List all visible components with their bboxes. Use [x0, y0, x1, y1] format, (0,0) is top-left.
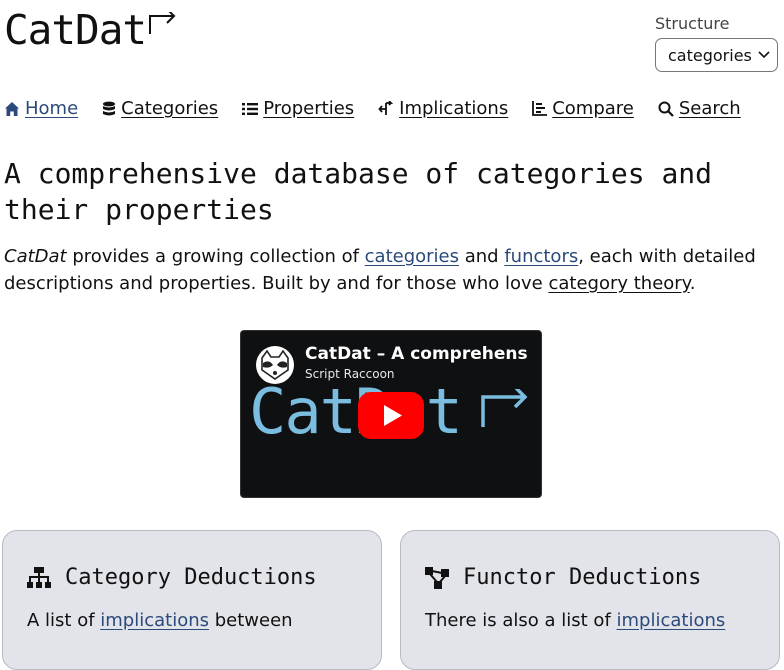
play-button-icon[interactable] — [358, 392, 424, 439]
logo-text: CatDat — [4, 6, 147, 54]
intro-brand: CatDat — [4, 246, 67, 267]
card-title: Functor Deductions — [463, 565, 702, 590]
chevron-down-icon — [758, 51, 770, 59]
channel-avatar[interactable] — [256, 346, 294, 384]
nav-categories-label: Categories — [121, 98, 219, 119]
implications-link[interactable]: implications — [617, 610, 726, 631]
card-title: Category Deductions — [65, 565, 317, 590]
structure-label: Structure — [655, 14, 730, 33]
video-channel[interactable]: Script Raccoon — [305, 367, 395, 381]
video-thumbnail-text: CatDat — [249, 375, 463, 448]
youtube-video-embed[interactable]: CatDat CatDat – A comprehensive database… — [240, 330, 542, 498]
card-text: A list of implications between — [27, 610, 367, 631]
video-title[interactable]: CatDat – A comprehensive database of cat… — [305, 344, 529, 364]
nav-compare[interactable]: Compare — [532, 98, 634, 119]
nav-home[interactable]: Home — [4, 98, 78, 119]
home-icon — [5, 101, 19, 116]
functors-link[interactable]: functors — [504, 246, 578, 267]
database-icon — [103, 101, 116, 115]
implication-icon — [378, 100, 394, 115]
compare-icon — [532, 101, 548, 116]
intro-text-1: provides a growing collection of — [66, 246, 365, 267]
category-deductions-card: Category Deductions A list of implicatio… — [2, 530, 382, 670]
structure-select[interactable]: categories — [655, 38, 778, 72]
search-icon — [658, 101, 674, 117]
intro-text-4: . — [689, 273, 696, 294]
nav-implications[interactable]: Implications — [378, 98, 508, 119]
structure-select-value: categories — [668, 45, 752, 65]
list-icon — [242, 102, 259, 115]
site-logo[interactable]: CatDat — [4, 6, 178, 54]
arrow-right-icon — [149, 12, 176, 34]
implications-link[interactable]: implications — [100, 610, 209, 631]
card-text: There is also a list of implications — [425, 610, 765, 631]
card-text-before: There is also a list of — [425, 610, 617, 631]
raccoon-icon — [261, 349, 289, 380]
page-title: A comprehensive database of categories a… — [4, 157, 713, 226]
main-nav: Home Categories Properties Implications … — [4, 98, 765, 119]
functor-deductions-heading: Functor Deductions — [425, 565, 701, 590]
nav-implications-label: Implications — [399, 98, 509, 119]
category-deductions-heading: Category Deductions — [27, 565, 317, 590]
nav-categories[interactable]: Categories — [102, 98, 218, 119]
intro-text-2: and — [459, 246, 505, 267]
functor-deductions-card: Functor Deductions There is also a list … — [400, 530, 780, 670]
nav-home-label: Home — [25, 98, 79, 119]
nav-properties-label: Properties — [263, 98, 355, 119]
hierarchy-icon — [27, 566, 51, 588]
thumbnail-arrow-icon — [481, 389, 528, 427]
nodes-icon — [425, 566, 449, 589]
intro-paragraph: CatDat provides a growing collection of … — [4, 243, 779, 297]
structure-selector: Structure categories — [655, 14, 778, 72]
card-text-before: A list of — [27, 610, 101, 631]
nav-search-label: Search — [678, 98, 741, 119]
card-text-after: between — [209, 610, 293, 631]
nav-search[interactable]: Search — [658, 98, 741, 119]
nav-compare-label: Compare — [552, 98, 634, 119]
categories-link[interactable]: categories — [365, 246, 459, 267]
category-theory-link[interactable]: category theory — [548, 273, 689, 294]
nav-properties[interactable]: Properties — [242, 98, 354, 119]
